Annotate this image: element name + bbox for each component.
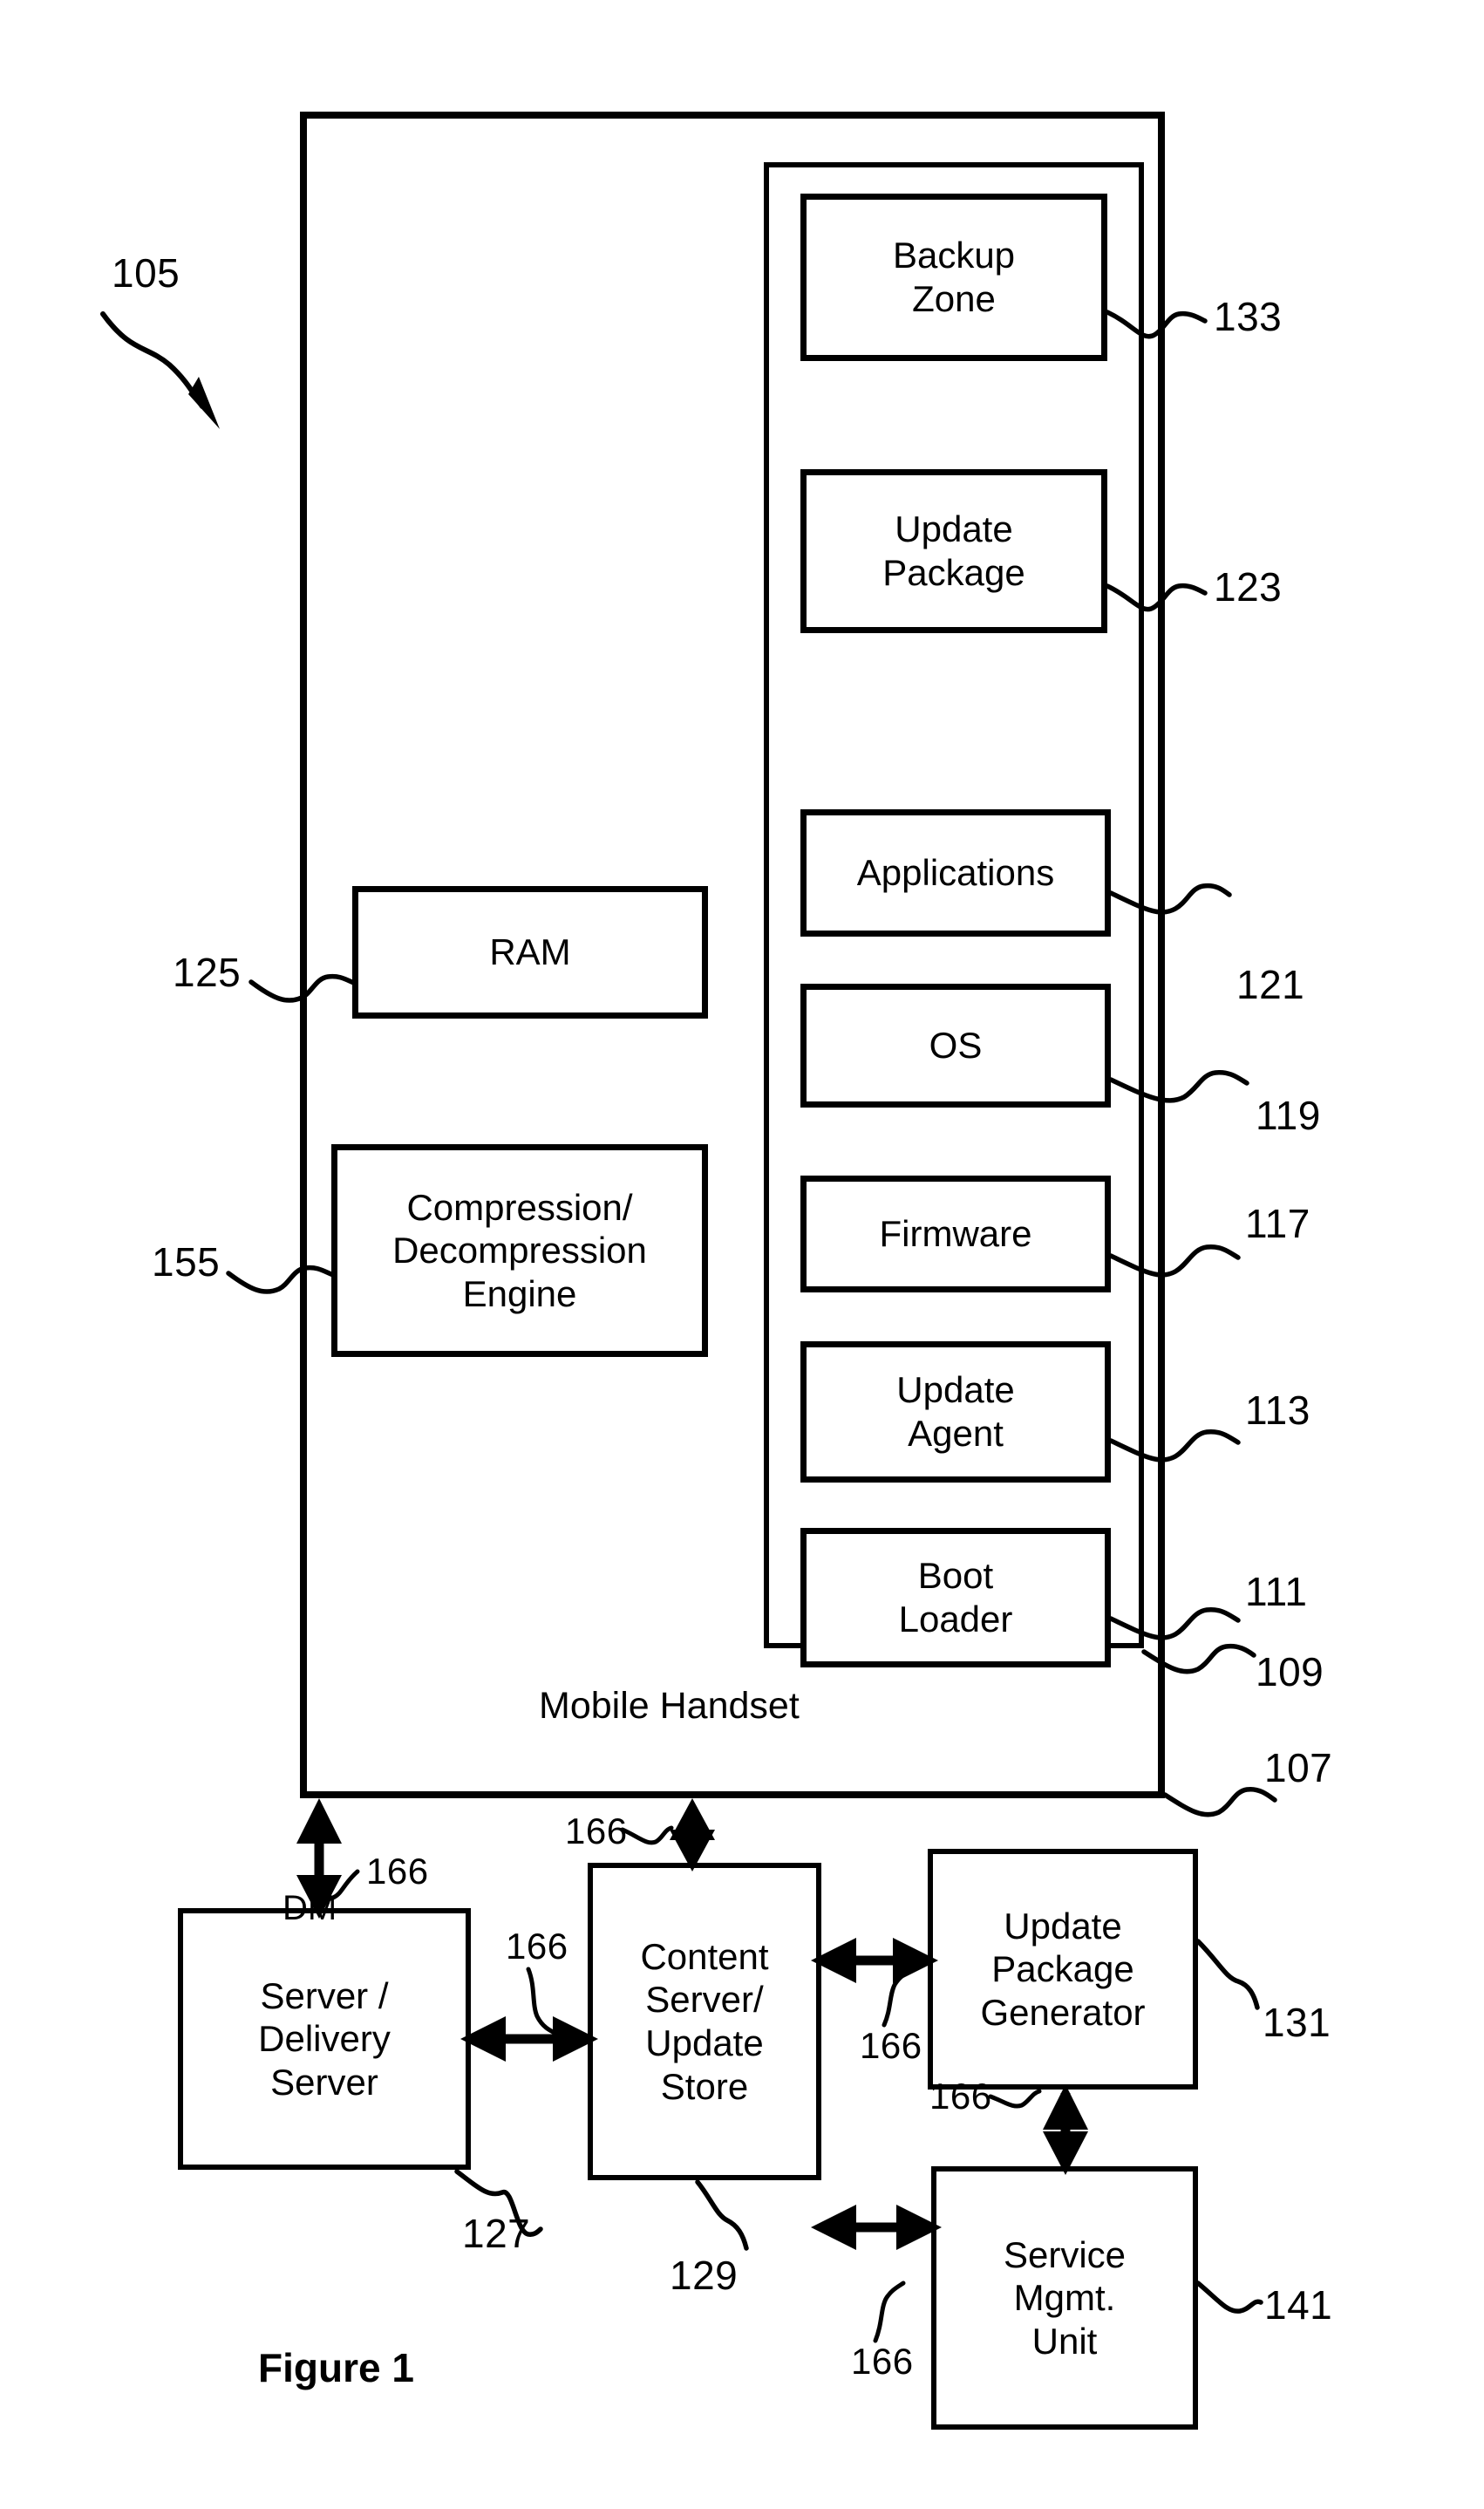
ref-107: 107 <box>1264 1745 1333 1790</box>
ref-111: 111 <box>1245 1569 1308 1614</box>
ref-166-handset-dm: 166 <box>366 1851 429 1892</box>
dm-label: DM <box>283 1889 337 1927</box>
memory-block-firmware: Firmware <box>800 1176 1111 1292</box>
server-delivery-server-box: Server / Delivery Server <box>178 1908 471 2170</box>
leader-166-dm-content <box>526 1967 559 2036</box>
memory-block-update-agent: Update Agent <box>800 1341 1111 1483</box>
mobile-handset-label: Mobile Handset <box>539 1685 800 1727</box>
ref-127: 127 <box>462 2211 531 2256</box>
ref-133: 133 <box>1214 294 1283 339</box>
update-package-generator-box: Update Package Generator <box>928 1849 1198 2090</box>
patent-figure: Backup Zone Update Package Applications … <box>0 0 1484 2509</box>
ref-166-handset-content: 166 <box>565 1810 628 1851</box>
leader-166-content-service <box>873 2281 906 2343</box>
ref-166-content-generator: 166 <box>860 2025 922 2066</box>
memory-block-update-package: Update Package <box>800 469 1107 633</box>
memory-block-os: OS <box>800 984 1111 1108</box>
connector-generator-to-service-unit <box>1043 2084 1088 2175</box>
ref-155: 155 <box>152 1239 221 1285</box>
leader-131 <box>1195 1939 1260 2010</box>
leader-105 <box>100 311 205 409</box>
ref-113: 113 <box>1245 1387 1310 1433</box>
memory-block-applications: Applications <box>800 809 1111 937</box>
leader-166-handset-content <box>620 1825 674 1845</box>
ref-129: 129 <box>670 2253 739 2298</box>
ref-123: 123 <box>1214 564 1283 610</box>
ref-105: 105 <box>112 250 180 296</box>
memory-block-backup-zone: Backup Zone <box>800 194 1107 361</box>
ref-125: 125 <box>173 950 242 995</box>
ref-121: 121 <box>1236 962 1305 1007</box>
ref-166-generator-service: 166 <box>929 2076 992 2117</box>
ram-box: RAM <box>352 886 708 1019</box>
content-server-update-store-box: Content Server/ Update Store <box>588 1863 821 2180</box>
leader-166-generator-service <box>988 2089 1042 2109</box>
leader-141 <box>1195 2281 1263 2314</box>
ref-119: 119 <box>1256 1093 1321 1138</box>
connector-server-to-content-server <box>460 2016 598 2062</box>
leader-166-content-generator <box>882 1967 915 2028</box>
connector-content-server-to-service-unit <box>811 2205 942 2250</box>
memory-block-boot-loader: Boot Loader <box>800 1528 1111 1667</box>
leader-107 <box>1162 1786 1277 1817</box>
ref-131: 131 <box>1263 2000 1331 2045</box>
ref-166-content-service: 166 <box>851 2341 914 2382</box>
ref-109: 109 <box>1256 1649 1324 1694</box>
arrowhead-105 <box>188 377 220 429</box>
ref-117: 117 <box>1245 1201 1310 1246</box>
connector-handset-to-content-server <box>670 1798 715 1872</box>
service-mgmt-unit-box: Service Mgmt. Unit <box>931 2166 1198 2430</box>
connector-content-server-to-generator <box>811 1938 938 1983</box>
ref-166-dm-content: 166 <box>506 1926 568 1967</box>
compression-decompression-engine-box: Compression/ Decompression Engine <box>331 1144 708 1357</box>
ref-141: 141 <box>1264 2282 1333 2328</box>
leader-129 <box>695 2179 749 2251</box>
figure-caption: Figure 1 <box>258 2345 414 2390</box>
